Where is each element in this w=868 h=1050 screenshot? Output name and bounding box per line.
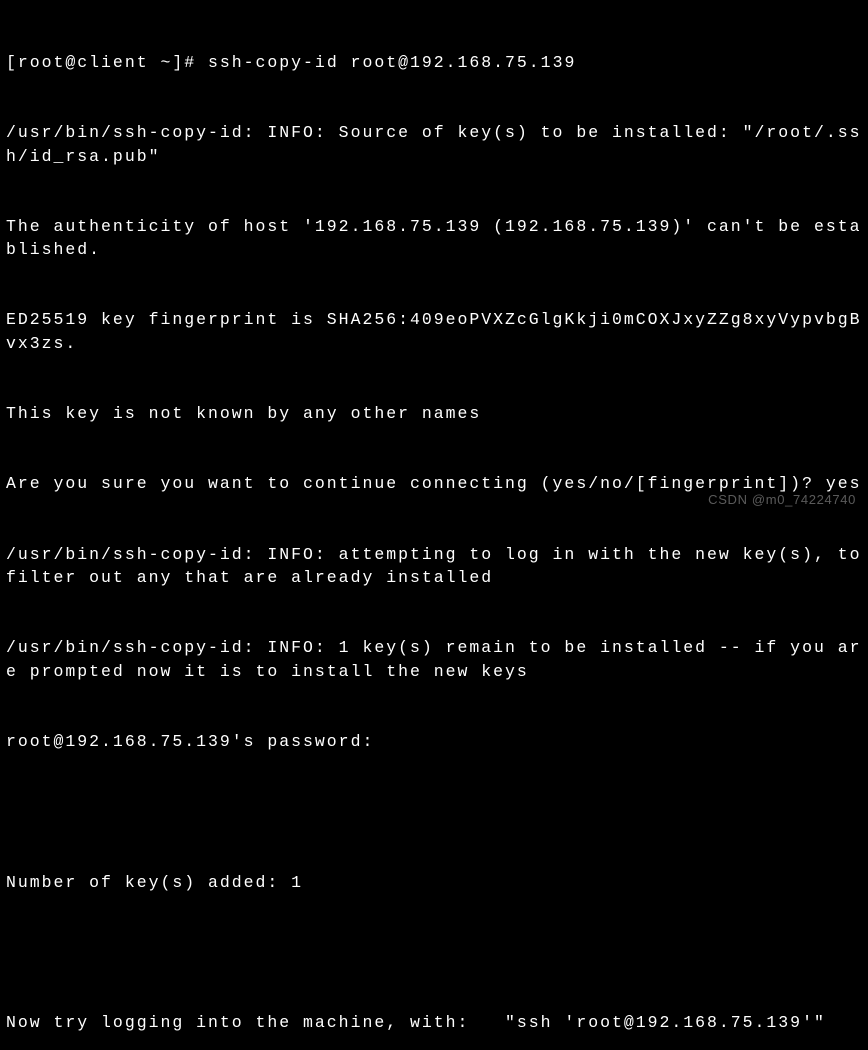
- output-line: Number of key(s) added: 1: [6, 871, 862, 894]
- output-line: /usr/bin/ssh-copy-id: INFO: 1 key(s) rem…: [6, 636, 862, 683]
- blank-line: [6, 800, 862, 823]
- typed-command: ssh-copy-id root@192.168.75.139: [208, 53, 576, 72]
- output-line: /usr/bin/ssh-copy-id: INFO: attempting t…: [6, 543, 862, 590]
- output-line: ED25519 key fingerprint is SHA256:409eoP…: [6, 308, 862, 355]
- prompt-line: [root@client ~]# ssh-copy-id root@192.16…: [6, 51, 862, 74]
- output-line: /usr/bin/ssh-copy-id: INFO: Source of ke…: [6, 121, 862, 168]
- output-line: root@192.168.75.139's password:: [6, 730, 862, 753]
- output-line: Now try logging into the machine, with: …: [6, 1011, 862, 1034]
- output-line: This key is not known by any other names: [6, 402, 862, 425]
- blank-line: [6, 941, 862, 964]
- shell-prompt: [root@client ~]#: [6, 53, 208, 72]
- watermark-label: CSDN @m0_74224740: [708, 491, 856, 509]
- terminal-output[interactable]: [root@client ~]# ssh-copy-id root@192.16…: [6, 4, 862, 1050]
- output-line: The authenticity of host '192.168.75.139…: [6, 215, 862, 262]
